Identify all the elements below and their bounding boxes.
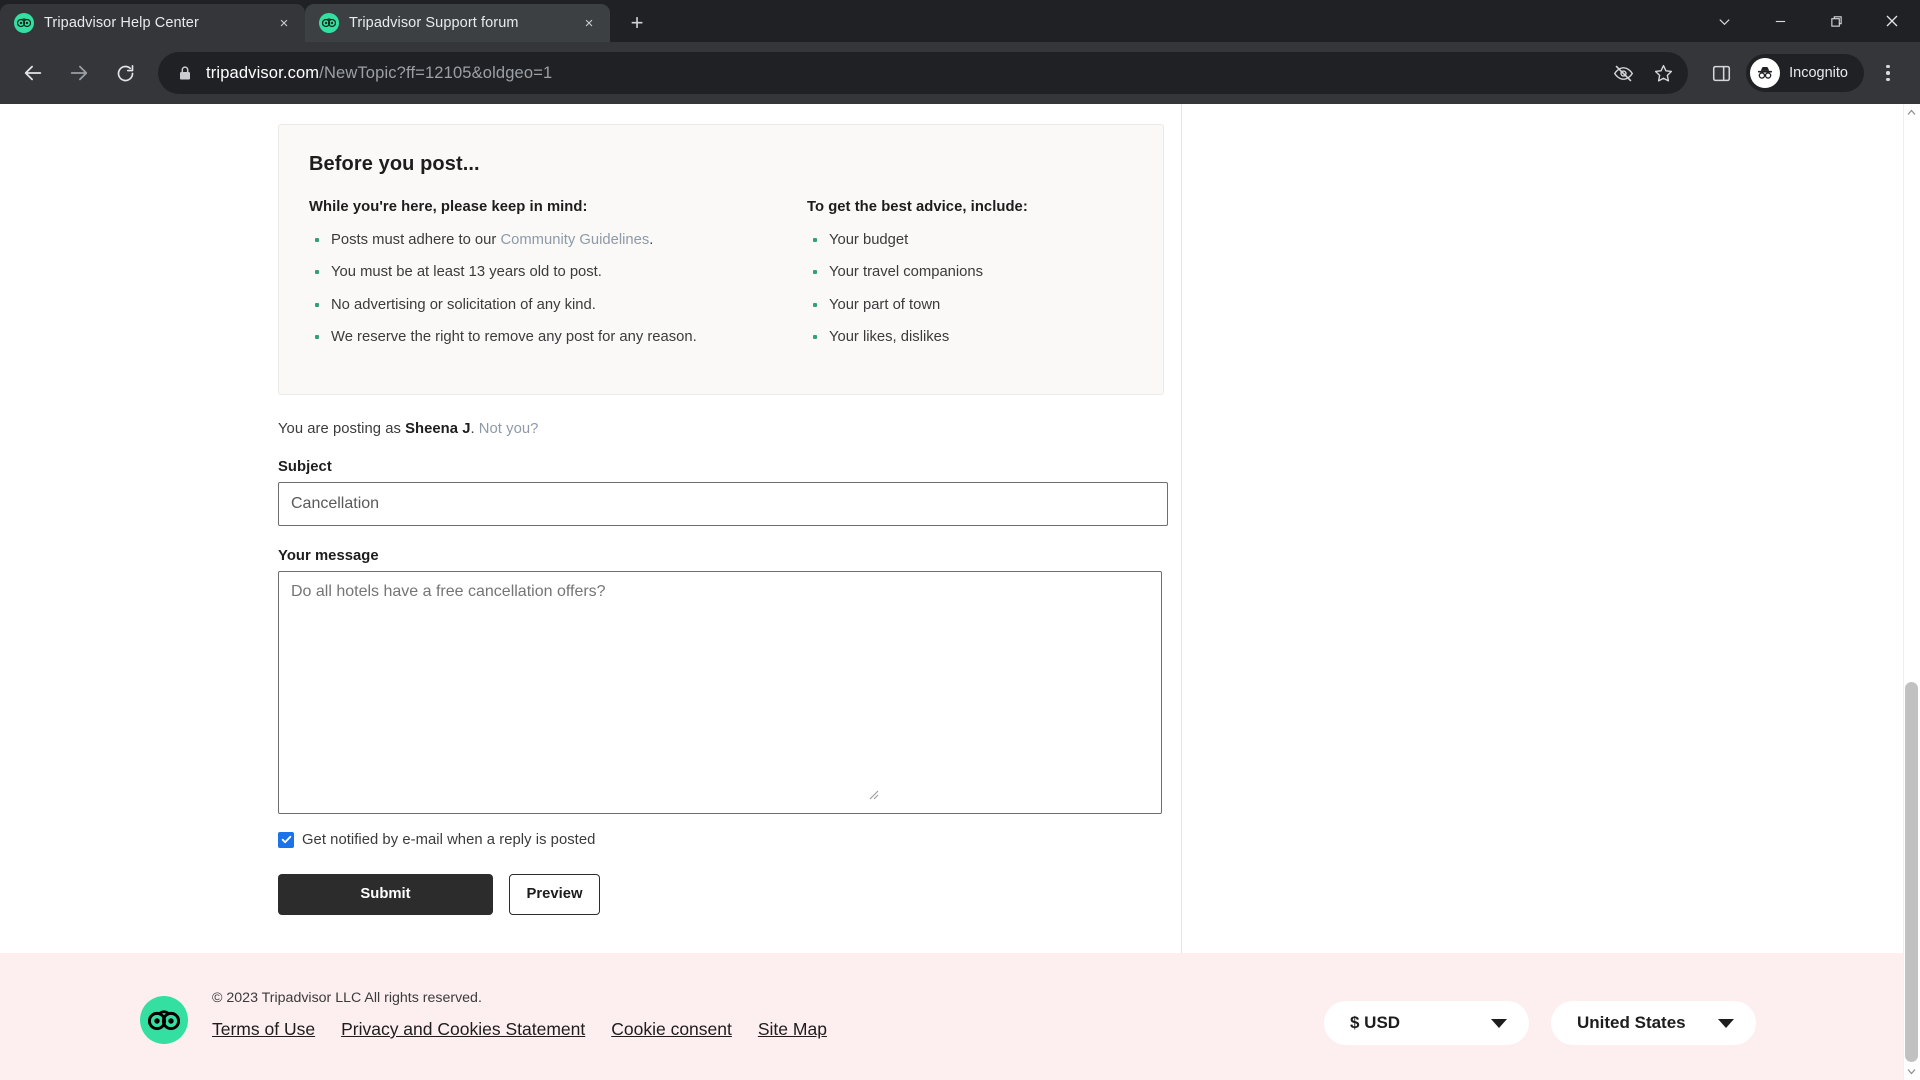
- panel-title: Before you post...: [309, 153, 480, 175]
- guidelines-right-column: To get the best advice, include: Your bu…: [807, 199, 1133, 360]
- minimize-icon[interactable]: [1752, 0, 1808, 42]
- site-footer: © 2023 Tripadvisor LLC All rights reserv…: [0, 953, 1906, 1080]
- close-icon[interactable]: ×: [273, 12, 295, 34]
- maximize-icon[interactable]: [1808, 0, 1864, 42]
- form-actions: Submit Preview: [278, 873, 1164, 915]
- guidelines-right-heading: To get the best advice, include:: [806, 199, 1028, 215]
- close-icon[interactable]: [1864, 0, 1920, 42]
- posting-as-prefix: You are posting as: [278, 420, 406, 437]
- third-party-cookies-blocked-icon[interactable]: [1606, 56, 1640, 90]
- list-item: No advertising or solicitation of any ki…: [309, 295, 807, 316]
- tripadvisor-owl-icon: [140, 996, 188, 1044]
- notify-checkbox[interactable]: [278, 831, 294, 848]
- tab-title: Tripadvisor Support forum: [349, 15, 519, 31]
- advice-list: Your budget Your travel companions Your …: [807, 230, 1133, 349]
- tripadvisor-owl-icon: [319, 13, 339, 33]
- currency-value: $ USD: [1350, 1013, 1401, 1032]
- browser-tab-support-forum[interactable]: Tripadvisor Support forum ×: [305, 4, 610, 42]
- incognito-label: Incognito: [1789, 65, 1848, 81]
- scrollbar-thumb[interactable]: [1905, 682, 1918, 1062]
- posting-as-text: You are posting as Sheena J. Not you?: [278, 421, 1164, 437]
- posting-as-suffix: .: [470, 420, 479, 437]
- tab-title: Tripadvisor Help Center: [44, 15, 199, 31]
- country-selector[interactable]: United States: [1551, 1001, 1756, 1045]
- submit-button[interactable]: Submit: [278, 873, 493, 915]
- footer-link-cookie-consent[interactable]: Cookie consent: [611, 1019, 732, 1040]
- footer-link-privacy-cookies[interactable]: Privacy and Cookies Statement: [341, 1019, 585, 1040]
- copyright-text: © 2023 Tripadvisor LLC All rights reserv…: [212, 990, 482, 1006]
- list-item: Your likes, dislikes: [807, 327, 1133, 348]
- currency-selector[interactable]: $ USD: [1324, 1001, 1529, 1045]
- page-viewport: Before you post... While you're here, pl…: [0, 104, 1920, 1080]
- posting-as-username: Sheena J: [405, 420, 471, 437]
- preview-button[interactable]: Preview: [509, 873, 600, 915]
- browser-toolbar: tripadvisor.com/NewTopic?ff=12105&oldgeo…: [0, 42, 1920, 104]
- forward-button[interactable]: [58, 52, 100, 94]
- new-tab-button[interactable]: +: [620, 6, 654, 40]
- toolbar-right: Incognito: [1700, 52, 1908, 94]
- footer-link-terms-of-use[interactable]: Terms of Use: [212, 1019, 315, 1040]
- incognito-profile-button[interactable]: Incognito: [1746, 54, 1864, 92]
- browser-tab-help-center[interactable]: Tripadvisor Help Center ×: [0, 4, 305, 42]
- list-item: Posts must adhere to our Community Guide…: [309, 230, 807, 251]
- side-panel-icon[interactable]: [1700, 52, 1742, 94]
- list-item: Your part of town: [807, 295, 1133, 316]
- reload-button[interactable]: [104, 52, 146, 94]
- url-domain: tripadvisor.com: [206, 63, 320, 82]
- list-item: Your travel companions: [807, 262, 1133, 283]
- footer-link-site-map[interactable]: Site Map: [758, 1019, 827, 1040]
- subject-label: Subject: [278, 458, 332, 475]
- omnibox-icons: [1606, 56, 1680, 90]
- window-controls: [1696, 0, 1920, 42]
- close-icon[interactable]: ×: [578, 12, 600, 34]
- list-item: Your budget: [807, 230, 1133, 251]
- guidelines-list: Posts must adhere to our Community Guide…: [309, 230, 807, 349]
- chevron-down-icon: [1718, 1018, 1734, 1028]
- address-bar[interactable]: tripadvisor.com/NewTopic?ff=12105&oldgeo…: [158, 52, 1689, 94]
- guidelines-left-column: While you're here, please keep in mind: …: [309, 199, 807, 360]
- notify-row: Get notified by e-mail when a reply is p…: [278, 831, 1164, 848]
- lock-icon: [178, 65, 192, 81]
- back-button[interactable]: [12, 52, 54, 94]
- chrome-menu-icon[interactable]: [1868, 52, 1908, 94]
- url-text: tripadvisor.com/NewTopic?ff=12105&oldgeo…: [206, 64, 1592, 83]
- not-you-link[interactable]: Not you?: [479, 421, 539, 437]
- guidelines-left-heading: While you're here, please keep in mind:: [309, 199, 588, 215]
- notify-label: Get notified by e-mail when a reply is p…: [302, 831, 596, 848]
- country-value: United States: [1577, 1013, 1686, 1032]
- bookmark-star-icon[interactable]: [1646, 56, 1680, 90]
- tab-search-chevron-down-icon[interactable]: [1696, 0, 1752, 42]
- message-label: Your message: [278, 547, 379, 564]
- browser-window: Tripadvisor Help Center × Tripadvisor Su…: [0, 0, 1920, 1080]
- scroll-up-arrow-icon[interactable]: [1906, 107, 1917, 118]
- tab-strip: Tripadvisor Help Center × Tripadvisor Su…: [0, 0, 1920, 42]
- list-item: You must be at least 13 years old to pos…: [309, 262, 807, 283]
- content-column: Before you post... While you're here, pl…: [0, 104, 1182, 1008]
- guideline-text-post: .: [649, 232, 654, 248]
- scroll-down-arrow-icon[interactable]: [1906, 1066, 1917, 1077]
- footer-selectors: $ USD United States: [1324, 1001, 1756, 1045]
- guideline-text: Posts must adhere to our: [331, 232, 501, 248]
- subject-input[interactable]: [278, 481, 1168, 526]
- incognito-avatar-icon: [1750, 58, 1781, 88]
- footer-links: Terms of Use Privacy and Cookies Stateme…: [212, 1019, 827, 1040]
- footer-text-block: © 2023 Tripadvisor LLC All rights reserv…: [212, 990, 827, 1044]
- footer-left: © 2023 Tripadvisor LLC All rights reserv…: [0, 953, 827, 1044]
- list-item: We reserve the right to remove any post …: [309, 327, 807, 348]
- tripadvisor-owl-icon: [14, 13, 34, 33]
- url-path: /NewTopic?ff=12105&oldgeo=1: [319, 63, 553, 82]
- message-textarea[interactable]: [278, 570, 1162, 814]
- page-scrollbar[interactable]: [1903, 104, 1920, 1080]
- community-guidelines-link[interactable]: Community Guidelines: [500, 232, 649, 248]
- chevron-down-icon: [1491, 1018, 1507, 1028]
- before-you-post-panel: Before you post... While you're here, pl…: [278, 124, 1164, 395]
- new-topic-form: Before you post... While you're here, pl…: [278, 124, 1168, 915]
